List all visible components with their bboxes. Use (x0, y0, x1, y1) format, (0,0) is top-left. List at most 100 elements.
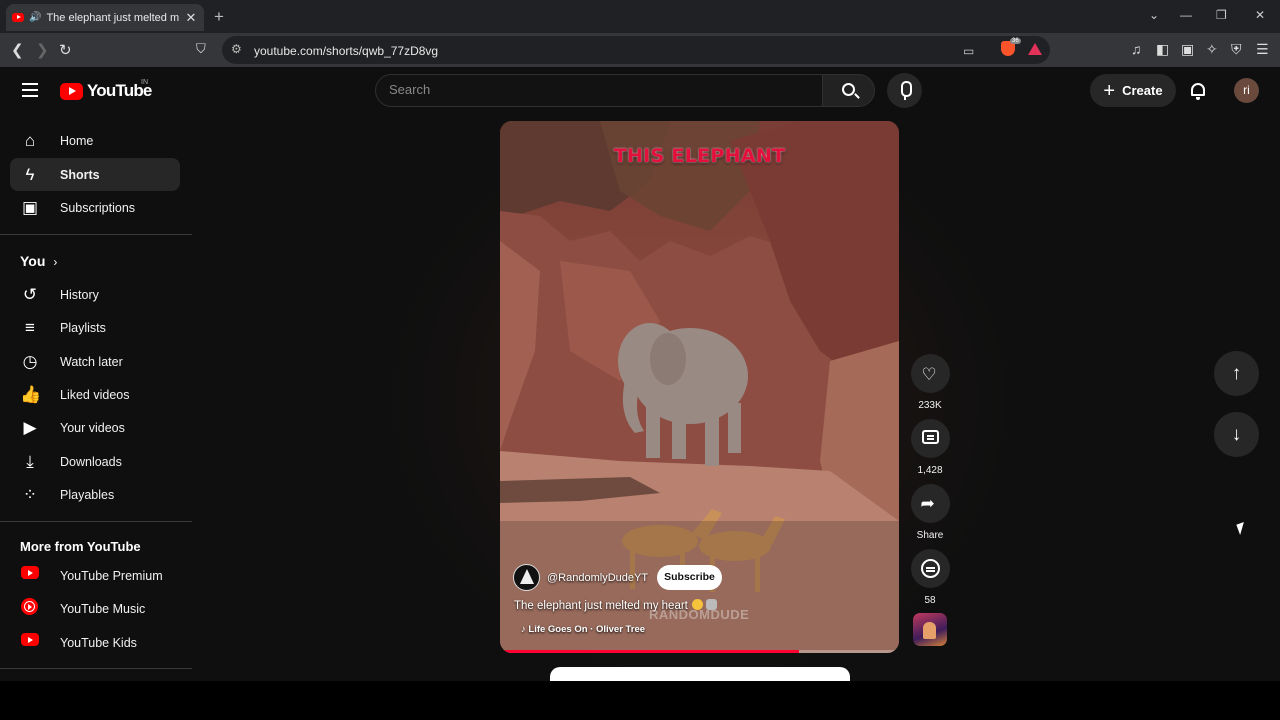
next-short-button[interactable]: ↓ (1214, 412, 1259, 457)
url-text[interactable]: youtube.com/shorts/qwb_77zD8vg (254, 44, 438, 58)
brave-rewards-icon[interactable] (1028, 43, 1042, 55)
progress-fill (500, 650, 800, 653)
search-input[interactable] (389, 82, 809, 97)
sidebar-item-youtube-music[interactable]: YouTube Music (10, 592, 180, 625)
sound-link[interactable]: ♪ Life Goes On · Oliver Tree (521, 624, 645, 635)
notifications-icon[interactable] (1189, 82, 1207, 100)
media-icon[interactable]: ♫ (1131, 41, 1142, 57)
sound-thumbnail[interactable] (913, 613, 947, 646)
search-box[interactable] (375, 74, 823, 107)
site-info-icon[interactable]: ⚙ (231, 42, 242, 56)
browser-tab[interactable]: 🔊 The elephant just melted my heart ✕ (6, 4, 204, 31)
sidebar-item-playables[interactable]: ⁘ Playables (10, 478, 180, 511)
sidebar-item-label: Liked videos (60, 387, 130, 402)
chevron-right-icon: › (53, 255, 58, 269)
sidebar-item-liked-videos[interactable]: 👍 Liked videos (10, 378, 180, 411)
heart-icon: ♡ (921, 365, 937, 384)
progress-bar[interactable] (500, 650, 899, 653)
screen: 🔊 The elephant just melted my heart ✕ + … (0, 0, 1280, 720)
sidebar-item-label: Watch later (60, 354, 123, 369)
speaker-icon[interactable]: 🔊 (29, 12, 41, 23)
minimize-icon[interactable]: — (1180, 8, 1192, 22)
share-button[interactable]: ➦ (910, 484, 950, 523)
like-action[interactable]: ♡ 233K (910, 354, 950, 411)
you-section-heading[interactable]: You › (20, 253, 57, 269)
taskbar-area (0, 681, 1280, 720)
menu-icon[interactable]: ☰ (1256, 41, 1269, 58)
sidebar-item-downloads[interactable]: ⤓ Downloads (10, 445, 180, 478)
tab-search-icon[interactable]: ⌄ (1149, 8, 1159, 22)
sidebar-toggle-icon[interactable]: ◧ (1156, 41, 1169, 58)
sidebar-item-label: Playlists (60, 320, 106, 335)
sidebar-item-watch-later[interactable]: ◷ Watch later (10, 345, 180, 378)
search-button[interactable] (822, 74, 875, 107)
comment-icon (921, 430, 939, 444)
youtube-logo-icon (60, 82, 83, 100)
reload-icon[interactable]: ↻ (59, 41, 72, 59)
comments-action[interactable]: 1,428 (910, 419, 950, 476)
previous-short-button[interactable]: ↑ (1214, 351, 1259, 396)
channel-handle[interactable]: @RandomlyDudeYT (547, 572, 648, 584)
forward-icon[interactable]: ❯ (36, 41, 49, 59)
mouse-cursor-icon (1236, 521, 1248, 536)
history-icon: ↺ (22, 284, 38, 304)
divider (0, 668, 192, 669)
voice-search-icon[interactable] (887, 73, 922, 108)
vpn-icon[interactable]: ⛨ (1231, 41, 1242, 58)
youtube-premium-icon (21, 566, 39, 579)
divider (0, 234, 192, 235)
share-action[interactable]: ➦ Share (910, 484, 950, 541)
playables-icon: ⁘ (22, 484, 38, 504)
sidebar-item-label: YouTube Kids (60, 635, 137, 650)
window-close-icon[interactable]: ✕ (1255, 8, 1265, 22)
arrow-down-icon: ↓ (1231, 424, 1242, 445)
like-button[interactable]: ♡ (910, 354, 950, 393)
subscribe-button[interactable]: Subscribe (657, 565, 722, 590)
sidebar-item-youtube-premium[interactable]: YouTube Premium (10, 559, 180, 592)
tab-close-icon[interactable]: ✕ (184, 10, 198, 26)
create-button[interactable]: + Create (1090, 74, 1176, 107)
channel-avatar[interactable] (513, 564, 540, 591)
remix-count: 58 (924, 595, 936, 606)
cast-icon[interactable]: ▭ (963, 44, 974, 58)
search-icon (842, 83, 855, 96)
sidebar-item-history[interactable]: ↺ History (10, 278, 180, 311)
sidebar-item-youtube-kids[interactable]: YouTube Kids (10, 626, 180, 659)
home-icon: ⌂ (24, 130, 36, 150)
sidebar-item-subscriptions[interactable]: ▣ Subscriptions (10, 191, 180, 224)
country-code: IN (141, 79, 148, 86)
back-icon[interactable]: ❮ (11, 41, 24, 59)
song-name: Life Goes On · Oliver Tree (528, 624, 646, 635)
video-overlay-caption: THIS ELEPHANT (613, 145, 786, 167)
sidebar-item-shorts[interactable]: ϟ Shorts (10, 158, 180, 191)
shorts-video-player[interactable]: THIS ELEPHANT @RandomlyDudeYT Subscribe … (500, 121, 899, 653)
browser-toolbar: ❮ ❯ ↻ ⛉ ⚙ youtube.com/shorts/qwb_77zD8vg… (0, 33, 1280, 67)
comment-count: 1,428 (917, 465, 943, 476)
video-watermark: RANDOMDUDE (649, 607, 750, 622)
avatar[interactable]: ri (1234, 78, 1259, 103)
sidebar-item-playlists[interactable]: ≡ Playlists (10, 311, 180, 344)
plus-icon: + (1103, 79, 1116, 102)
tab-title: The elephant just melted my heart (46, 11, 179, 24)
sidebar-item-your-videos[interactable]: ▶ Your videos (10, 411, 180, 444)
youtube-logo[interactable]: YouTube (60, 81, 152, 101)
comments-button[interactable] (910, 419, 950, 458)
guide-menu-icon[interactable] (22, 83, 38, 97)
downloads-icon: ⤓ (26, 451, 34, 471)
wallet-icon[interactable]: ▣ (1181, 41, 1194, 58)
sidebar-item-label: Home (60, 133, 94, 148)
restore-icon[interactable]: ❐ (1216, 8, 1227, 22)
like-count: 233K (918, 400, 942, 411)
playlists-icon: ≡ (25, 317, 35, 337)
sidebar-item-home[interactable]: ⌂ Home (10, 124, 180, 157)
watch-later-icon: ◷ (22, 351, 38, 371)
address-bar[interactable]: ⚙ youtube.com/shorts/qwb_77zD8vg ▭ (222, 36, 1050, 64)
shorts-icon: ϟ (25, 164, 35, 184)
share-icon: ➦ (920, 494, 935, 513)
remix-action[interactable]: 58 (910, 549, 950, 606)
bookmark-icon[interactable]: ⛉ (196, 41, 206, 57)
leo-ai-icon[interactable]: ✧ (1206, 41, 1218, 58)
youtube-music-icon (21, 598, 38, 615)
new-tab-button[interactable]: + (214, 7, 224, 27)
remix-button[interactable] (910, 549, 950, 588)
